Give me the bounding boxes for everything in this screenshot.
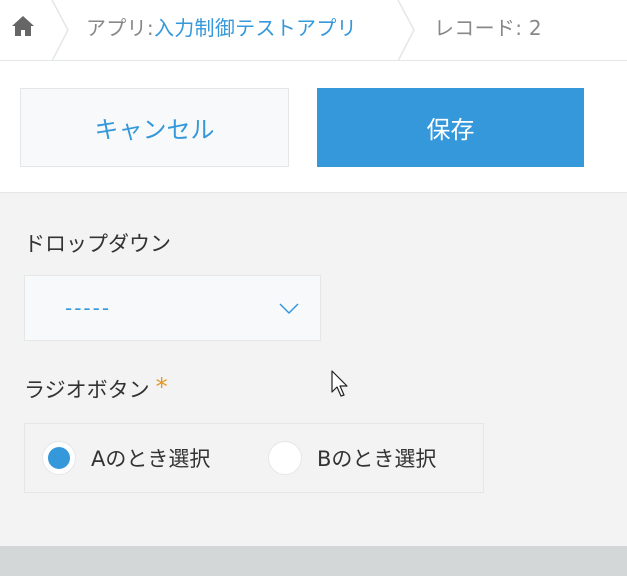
radio-button-unselected[interactable] (268, 441, 302, 475)
radio-dot (48, 447, 70, 469)
required-mark: * (155, 373, 168, 401)
breadcrumb: アプリ: 入力制御テストアプリ レコード: 2 (0, 0, 627, 61)
breadcrumb-home[interactable] (0, 0, 46, 52)
radio-field-label-text: ラジオボタン (24, 378, 150, 402)
radio-option-label: Aのとき選択 (91, 447, 211, 471)
dropdown-field-label: ドロップダウン (24, 232, 171, 256)
home-icon (12, 16, 34, 36)
record-form: ドロップダウン ----- ラジオボタン * Aのとき選択 Bのとき選択 (0, 194, 627, 546)
cancel-button[interactable]: キャンセル (20, 88, 289, 167)
radio-option-b[interactable]: Bのとき選択 (268, 424, 436, 492)
dropdown-selected-value: ----- (65, 296, 112, 320)
bottom-bar (0, 546, 627, 576)
breadcrumb-app: アプリ: 入力制御テストアプリ (86, 0, 357, 52)
breadcrumb-app-link[interactable]: 入力制御テストアプリ (154, 12, 357, 41)
radio-button-selected[interactable] (42, 441, 76, 475)
breadcrumb-separator-icon (397, 0, 415, 61)
dropdown-select[interactable]: ----- (24, 275, 321, 341)
chevron-down-icon (279, 303, 299, 315)
radio-group: Aのとき選択 Bのとき選択 (24, 423, 484, 493)
edit-toolbar: キャンセル 保存 (0, 61, 627, 193)
radio-field-label: ラジオボタン * (24, 373, 168, 404)
breadcrumb-separator-icon (51, 0, 69, 61)
radio-option-label: Bのとき選択 (317, 447, 437, 471)
save-button[interactable]: 保存 (317, 88, 584, 167)
breadcrumb-app-prefix: アプリ: (86, 15, 154, 40)
breadcrumb-record: レコード: 2 (434, 15, 542, 40)
radio-option-a[interactable]: Aのとき選択 (42, 424, 210, 492)
